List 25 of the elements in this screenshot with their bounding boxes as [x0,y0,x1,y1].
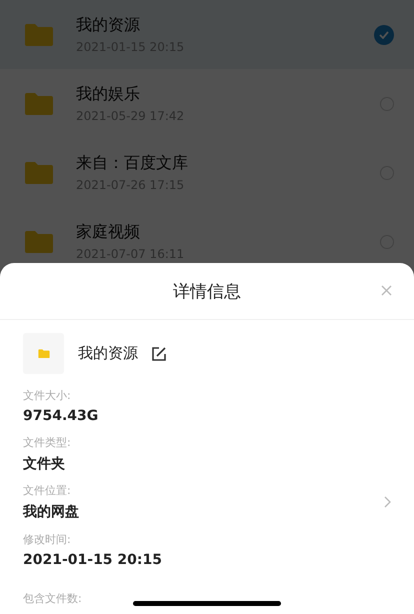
check-icon [379,30,389,38]
edit-icon[interactable] [152,346,166,360]
folder-icon [24,92,54,116]
close-icon[interactable] [381,285,392,296]
field-label: 文件大小: [23,388,71,403]
folder-name: 我的资源 [76,15,141,36]
folder-icon [38,348,50,358]
folder-name: 我的娱乐 [76,84,141,105]
field-value: 文件夹 [23,455,65,473]
folder-name: 来自：百度文库 [76,153,189,174]
sheet-title: 详情信息 [173,280,241,302]
field-label: 文件类型: [23,435,71,450]
folder-icon [24,230,54,254]
field-value: 我的网盘 [23,503,79,521]
field-label: 包含文件数: [23,590,82,606]
field-label: 文件位置: [23,483,71,498]
folder-name: 家庭视频 [76,222,141,243]
folder-icon [24,22,54,46]
field-value: 2021-01-15 20:15 [23,552,162,568]
file-name: 我的资源 [78,344,138,363]
field-value: 9754.43G [23,408,98,424]
chevron-icon[interactable] [384,496,391,508]
checked-radio[interactable] [374,24,394,44]
field-label: 修改时间: [23,532,71,547]
folder-icon [24,160,54,184]
